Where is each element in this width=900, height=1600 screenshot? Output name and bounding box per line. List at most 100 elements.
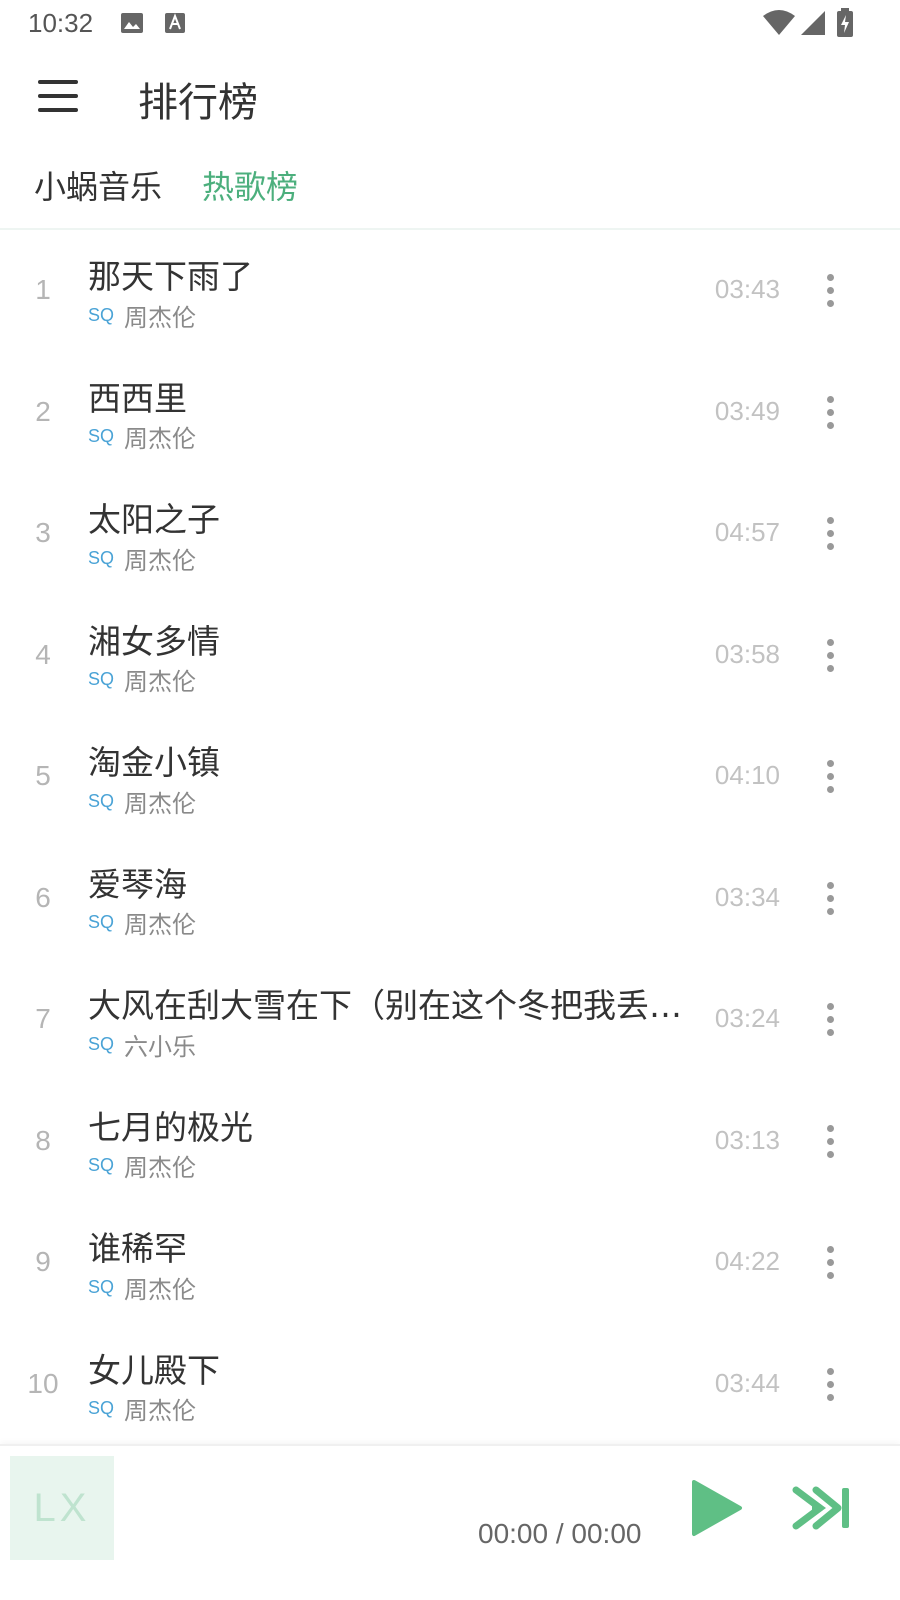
song-title: 淘金小镇	[88, 743, 220, 782]
page-title: 排行榜	[138, 80, 258, 126]
song-duration: 04:22	[714, 1246, 780, 1276]
song-list: 1 那天下雨了 SQ 周杰伦 03:43 2 西西里 SQ 周杰伦 03:49 3 太阳之子 SQ 周杰伦…	[0, 230, 900, 1445]
app-bar: 排行榜	[0, 48, 900, 144]
quality-badge: SQ	[88, 669, 115, 689]
song-meta: SQ 周杰伦	[88, 1151, 197, 1182]
song-index: 8	[35, 1124, 51, 1156]
song-row[interactable]: 5 淘金小镇 SQ 周杰伦 04:10	[0, 716, 900, 838]
quality-badge: SQ	[88, 304, 115, 325]
artist-name: 周杰伦	[124, 546, 197, 575]
artist-name: 六小乐	[124, 1032, 197, 1061]
song-duration: 04:10	[714, 760, 780, 790]
song-duration: 03:43	[714, 274, 780, 304]
song-row[interactable]: 4 湘女多情 SQ 周杰伦 03:58	[0, 595, 900, 717]
song-index: 6	[35, 881, 51, 913]
more-options-icon[interactable]	[810, 629, 850, 681]
song-row[interactable]: 10 女儿殿下 SQ 周杰伦 03:44	[0, 1324, 900, 1446]
song-meta: SQ 周杰伦	[88, 1272, 197, 1304]
song-duration: 04:57	[714, 517, 780, 547]
song-index: 2	[35, 395, 51, 427]
quality-badge: SQ	[88, 1155, 115, 1175]
text-a-icon	[165, 13, 185, 33]
playback-time: 00:00 / 00:00	[478, 1518, 642, 1549]
more-options-icon[interactable]	[810, 1358, 850, 1410]
more-options-icon[interactable]	[810, 1115, 850, 1167]
artist-name: 周杰伦	[124, 1397, 197, 1425]
hamburger-menu-icon[interactable]	[30, 70, 86, 122]
song-title: 那天下雨了	[88, 257, 253, 296]
artist-name: 周杰伦	[124, 668, 197, 696]
skip-next-icon[interactable]	[792, 1484, 852, 1532]
song-meta: SQ 周杰伦	[88, 300, 197, 332]
song-duration: 03:49	[714, 395, 780, 426]
battery-charging-icon	[837, 8, 853, 37]
song-meta: SQ 周杰伦	[88, 908, 197, 939]
status-time: 10:32	[28, 8, 94, 38]
more-options-icon[interactable]	[810, 386, 850, 438]
song-meta: SQ 周杰伦	[88, 1394, 197, 1425]
quality-badge: SQ	[88, 1276, 115, 1297]
song-title: 谁稀罕	[88, 1229, 187, 1268]
song-duration: 03:44	[714, 1367, 780, 1398]
quality-badge: SQ	[88, 1033, 115, 1054]
quality-badge: SQ	[88, 547, 115, 568]
artist-name: 周杰伦	[124, 425, 197, 453]
song-row[interactable]: 7 大风在刮大雪在下（别在这个冬把我丢下... SQ 六小乐 03:24	[0, 959, 900, 1081]
song-title: 太阳之子	[88, 500, 220, 539]
tab-hot-songs[interactable]: 热歌榜	[202, 162, 298, 208]
artist-name: 周杰伦	[124, 789, 197, 818]
song-title: 大风在刮大雪在下（别在这个冬把我丢下...	[88, 986, 712, 1025]
artist-name: 周杰伦	[124, 303, 197, 332]
song-duration: 03:34	[714, 881, 780, 912]
song-row[interactable]: 3 太阳之子 SQ 周杰伦 04:57	[0, 473, 900, 595]
more-options-icon[interactable]	[810, 507, 850, 559]
signal-icon	[801, 11, 825, 35]
song-row[interactable]: 2 西西里 SQ 周杰伦 03:49	[0, 352, 900, 474]
more-options-icon[interactable]	[810, 264, 850, 316]
player-bar: LX 00:00 / 00:00	[0, 1444, 900, 1600]
more-options-icon[interactable]	[810, 872, 850, 924]
quality-badge: SQ	[88, 790, 115, 811]
status-bar: 10:32	[0, 0, 900, 48]
quality-badge: SQ	[88, 426, 115, 446]
play-icon[interactable]	[688, 1478, 744, 1538]
song-index: 1	[35, 274, 51, 305]
song-meta: SQ 六小乐	[88, 1029, 197, 1061]
song-meta: SQ 周杰伦	[88, 665, 197, 696]
wifi-icon	[763, 10, 795, 35]
album-cover[interactable]: LX	[10, 1456, 114, 1560]
quality-badge: SQ	[88, 1398, 115, 1418]
song-meta: SQ 周杰伦	[88, 422, 197, 453]
song-title: 爱琴海	[88, 864, 187, 904]
song-index: 9	[35, 1246, 51, 1277]
quality-badge: SQ	[88, 912, 115, 932]
song-row[interactable]: 6 爱琴海 SQ 周杰伦 03:34	[0, 838, 900, 960]
song-title: 西西里	[88, 378, 187, 418]
song-index: 3	[35, 517, 51, 548]
song-title: 女儿殿下	[88, 1350, 220, 1390]
more-options-icon[interactable]	[810, 993, 850, 1045]
song-duration: 03:58	[714, 638, 780, 669]
image-icon	[121, 13, 143, 33]
more-options-icon[interactable]	[810, 1236, 850, 1288]
artist-name: 周杰伦	[124, 1154, 197, 1182]
song-meta: SQ 周杰伦	[88, 786, 197, 818]
song-index: 10	[27, 1367, 59, 1399]
song-title: 七月的极光	[88, 1107, 253, 1147]
song-index: 7	[35, 1003, 51, 1034]
song-duration: 03:24	[714, 1003, 780, 1033]
artist-name: 周杰伦	[124, 1275, 197, 1304]
song-duration: 03:13	[714, 1124, 780, 1155]
tab-source[interactable]: 小蜗音乐	[34, 162, 162, 208]
song-index: 4	[35, 638, 51, 670]
more-options-icon[interactable]	[810, 750, 850, 802]
cover-logo-text: LX	[33, 1485, 91, 1530]
artist-name: 周杰伦	[124, 911, 197, 939]
song-row[interactable]: 1 那天下雨了 SQ 周杰伦 03:43	[0, 230, 900, 352]
song-index: 5	[35, 760, 51, 791]
song-title: 湘女多情	[88, 621, 220, 661]
song-row[interactable]: 8 七月的极光 SQ 周杰伦 03:13	[0, 1081, 900, 1203]
leaderboard-tabs: 小蜗音乐 热歌榜	[0, 150, 900, 230]
song-meta: SQ 周杰伦	[88, 543, 197, 575]
song-row[interactable]: 9 谁稀罕 SQ 周杰伦 04:22	[0, 1202, 900, 1324]
